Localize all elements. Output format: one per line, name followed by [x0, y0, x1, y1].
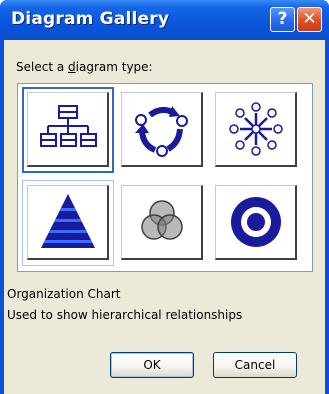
- diagram-tile-radial[interactable]: [215, 92, 297, 167]
- pyramid-diagram-icon: [41, 194, 95, 248]
- ok-button[interactable]: OK: [110, 352, 194, 378]
- diagram-type-name: Organization Chart: [7, 287, 121, 301]
- dialog-body: Select a diagram type: Organization Char…: [4, 40, 325, 394]
- cycle-diagram-icon: [135, 106, 188, 157]
- radial-diagram-icon: [229, 102, 283, 156]
- diagram-gallery: [17, 83, 313, 272]
- organization-chart-icon: [40, 105, 97, 147]
- diagram-gallery-dialog: Diagram Gallery ? ✕ Select a diagram typ…: [0, 0, 329, 394]
- diagram-tile-cycle[interactable]: [121, 92, 203, 167]
- venn-diagram-icon: [141, 200, 183, 240]
- close-button[interactable]: ✕: [297, 7, 322, 32]
- diagram-tile-pyramid[interactable]: [27, 185, 109, 260]
- cancel-button[interactable]: Cancel: [213, 352, 297, 378]
- diagram-type-description: Used to show hierarchical relationships: [7, 308, 243, 322]
- help-button[interactable]: ?: [270, 7, 295, 32]
- target-diagram-icon: [231, 197, 281, 247]
- title-bar[interactable]: Diagram Gallery ? ✕: [0, 0, 329, 40]
- diagram-tile-venn[interactable]: [121, 185, 203, 260]
- diagram-tile-target[interactable]: [215, 185, 297, 260]
- diagram-type-prompt: Select a diagram type:: [16, 60, 153, 74]
- dialog-title: Diagram Gallery: [11, 9, 170, 29]
- diagram-tile-organization-chart[interactable]: [27, 92, 109, 167]
